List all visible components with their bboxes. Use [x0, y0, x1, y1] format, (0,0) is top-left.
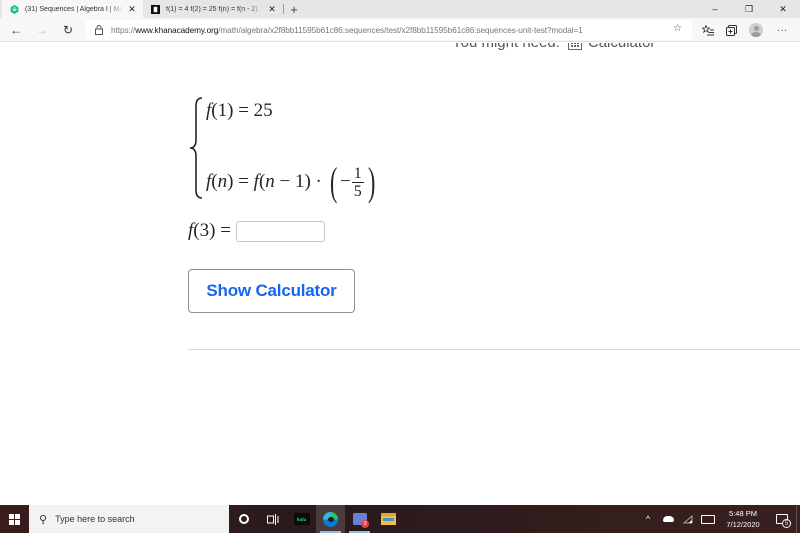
- show-desktop-button[interactable]: [796, 505, 800, 533]
- taskbar: ⚲ Type here to search hulu 3 ^ 5:48 PM 7…: [0, 505, 800, 533]
- fraction-denominator: 5: [353, 182, 362, 200]
- cortana-button[interactable]: [229, 505, 258, 533]
- hulu-app[interactable]: hulu: [287, 505, 316, 533]
- might-need-tool[interactable]: Calculator: [588, 43, 656, 51]
- forward-button[interactable]: →: [32, 20, 52, 40]
- tab-khan-academy[interactable]: (31) Sequences | Algebra I | Math | Khan…: [2, 0, 143, 18]
- task-view-icon: [266, 513, 278, 525]
- hulu-icon: hulu: [293, 513, 310, 525]
- section-divider: [188, 349, 800, 350]
- might-need-label: You might need:: [452, 43, 560, 51]
- calculator-icon: [567, 43, 582, 50]
- favorites-list-icon[interactable]: [698, 20, 718, 40]
- recursive-definition: f(1) = 25 f(n) = f(n − 1) · (−1 5): [188, 96, 428, 202]
- url-text: https://www.khanacademy.org/math/algebra…: [111, 26, 583, 35]
- back-button[interactable]: ←: [6, 20, 26, 40]
- url-path: /math/algebra/x2f8bb11595b61c86:sequence…: [218, 25, 583, 35]
- folder-icon: [381, 513, 396, 525]
- clock[interactable]: 5:48 PM 7/12/2020: [718, 508, 768, 530]
- show-calculator-button[interactable]: Show Calculator: [188, 269, 355, 313]
- search-icon: ⚲: [39, 513, 48, 526]
- show-hidden-icons-chevron-icon[interactable]: ^: [638, 505, 658, 533]
- more-options-icon[interactable]: ···: [772, 20, 792, 40]
- answer-input[interactable]: [235, 220, 325, 242]
- notification-count: 5: [782, 519, 791, 528]
- big-paren-open: (: [329, 159, 337, 204]
- expression-rest: − 1) ·: [274, 171, 327, 192]
- khan-academy-favicon-icon: [10, 4, 19, 14]
- tab-title: f(1) = 4 f(2) = 25 f(n) = f(n - 2). Sol.…: [166, 5, 263, 13]
- profile-avatar[interactable]: [746, 20, 766, 40]
- negative-sign: −: [339, 171, 351, 192]
- close-window-button[interactable]: ✕: [766, 0, 800, 18]
- page-content: You might need: Calculator f(1) = 25 f(n…: [0, 43, 800, 505]
- clock-date: 7/12/2020: [726, 520, 760, 529]
- onedrive-cloud-icon[interactable]: [658, 505, 678, 533]
- tab-close-icon[interactable]: ✕: [267, 4, 277, 15]
- fn-arg: (3): [193, 220, 216, 241]
- url-domain: www.khanacademy.org: [135, 25, 219, 35]
- minimize-button[interactable]: –: [698, 0, 732, 18]
- fn-arg: (1): [211, 100, 234, 121]
- action-center-button[interactable]: 5: [768, 505, 796, 533]
- avatar-icon: [749, 23, 763, 37]
- equation-recursive-rule: f(n) = f(n − 1) · (−1 5): [206, 162, 378, 202]
- navigation-bar: ← → ↻ https://www.khanacademy.org/math/a…: [0, 18, 800, 42]
- start-button[interactable]: [0, 505, 29, 533]
- refresh-button[interactable]: ↻: [58, 20, 78, 40]
- variable: n: [217, 171, 228, 192]
- network-wifi-icon[interactable]: [678, 505, 698, 533]
- fraction: 15: [351, 164, 364, 200]
- equals-sign: =: [233, 100, 254, 121]
- tab-brainly[interactable]: f(1) = 4 f(2) = 25 f(n) = f(n - 2). Sol.…: [143, 0, 283, 18]
- equals-sign: =: [215, 220, 231, 241]
- teams-app[interactable]: 3: [345, 505, 374, 533]
- tab-close-icon[interactable]: ✕: [127, 4, 137, 15]
- edge-icon: [323, 511, 338, 527]
- you-might-need-hint: You might need: Calculator: [452, 43, 655, 51]
- touch-keyboard-icon[interactable]: [698, 505, 718, 533]
- cortana-icon: [238, 514, 249, 524]
- lock-icon: [94, 25, 103, 35]
- variable: n: [265, 171, 275, 192]
- windows-logo-icon: [9, 513, 20, 525]
- equals-sign: =: [233, 171, 254, 192]
- clock-time: 5:48 PM: [729, 509, 757, 518]
- answer-label: f(3) =: [188, 220, 231, 242]
- equation-initial-term: f(1) = 25: [206, 100, 273, 122]
- tab-title: (31) Sequences | Algebra I | Math | Khan…: [25, 5, 123, 13]
- fraction-numerator: 1: [353, 164, 362, 182]
- new-tab-button[interactable]: +: [284, 0, 304, 18]
- big-paren-close: ): [367, 159, 376, 204]
- search-placeholder: Type here to search: [55, 514, 135, 524]
- left-brace-icon: [189, 97, 203, 199]
- system-tray: ^ 5:48 PM 7/12/2020 5: [638, 505, 800, 533]
- edge-app[interactable]: [316, 505, 345, 533]
- brainly-favicon-icon: [151, 4, 160, 14]
- favorite-star-icon[interactable]: ☆: [673, 23, 682, 34]
- task-view-button[interactable]: [258, 505, 287, 533]
- file-explorer-app[interactable]: [374, 505, 403, 533]
- initial-value: 25: [253, 100, 273, 121]
- teams-badge: 3: [361, 520, 369, 528]
- answer-row: f(3) =: [188, 220, 325, 242]
- address-bar[interactable]: https://www.khanacademy.org/math/algebra…: [86, 20, 692, 40]
- url-scheme: https://: [111, 25, 136, 35]
- maximize-button[interactable]: ❐: [732, 0, 766, 18]
- tab-strip: (31) Sequences | Algebra I | Math | Khan…: [0, 0, 800, 18]
- collections-icon[interactable]: [721, 20, 741, 40]
- taskbar-search[interactable]: ⚲ Type here to search: [29, 505, 229, 533]
